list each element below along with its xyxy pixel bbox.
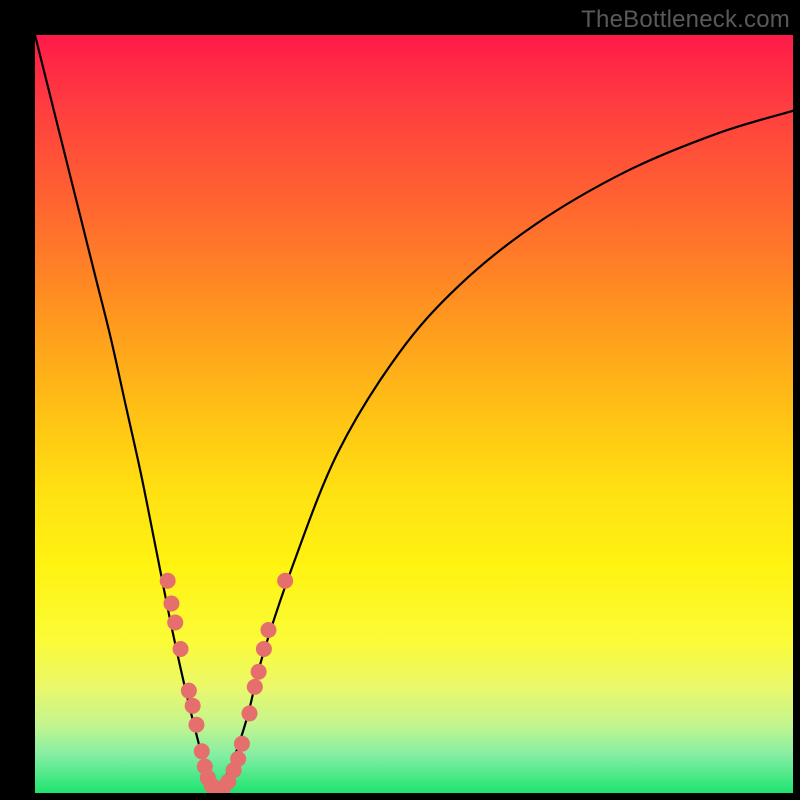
data-point — [260, 622, 276, 638]
data-point — [173, 641, 189, 657]
data-point — [277, 573, 293, 589]
data-point — [188, 717, 204, 733]
chart-frame: TheBottleneck.com — [0, 0, 800, 800]
data-point — [194, 743, 210, 759]
data-point — [163, 596, 179, 612]
scatter-points — [35, 35, 793, 793]
data-point — [160, 573, 176, 589]
data-point — [256, 641, 272, 657]
data-point — [251, 664, 267, 680]
plot-area — [35, 35, 793, 793]
data-point — [230, 751, 246, 767]
data-point — [234, 736, 250, 752]
watermark-text: TheBottleneck.com — [581, 6, 790, 34]
data-point — [185, 698, 201, 714]
data-point — [247, 679, 263, 695]
data-point — [242, 705, 258, 721]
data-point — [167, 614, 183, 630]
data-point — [181, 683, 197, 699]
